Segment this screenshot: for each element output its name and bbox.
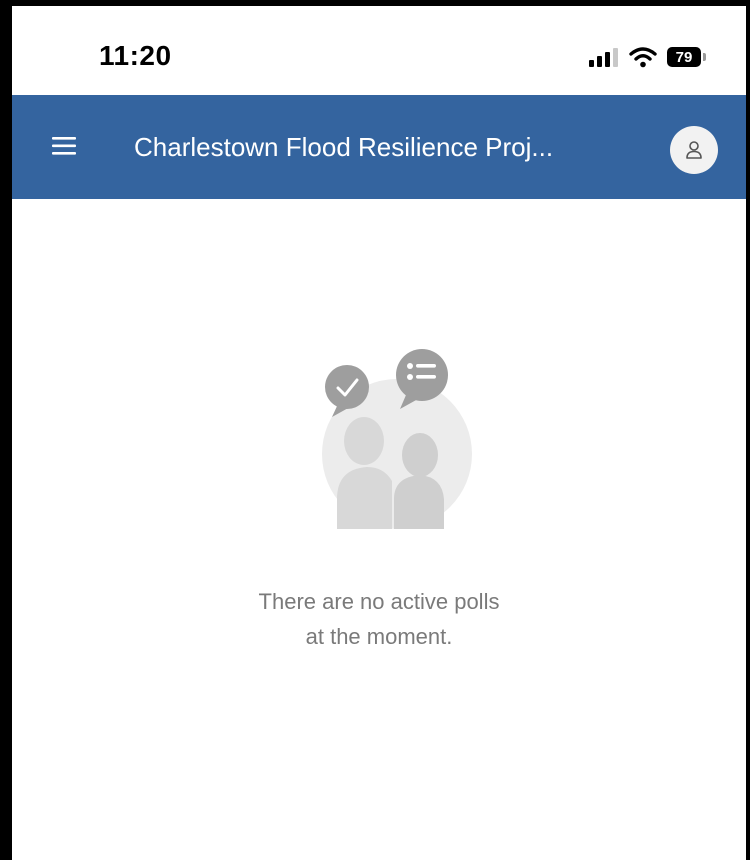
status-bar: 11:20 79 (12, 6, 746, 95)
polls-content: There are no active polls at the moment. (12, 199, 746, 860)
battery-icon: 79 (667, 47, 701, 67)
app-bar: Charlestown Flood Resilience Proj... (12, 95, 746, 199)
phone-screen: 11:20 79 Charlestown Flood Resilience Pr… (0, 0, 750, 860)
wifi-icon (629, 47, 657, 68)
status-time: 11:20 (99, 40, 172, 71)
empty-state-message: There are no active polls at the moment. (179, 584, 579, 654)
battery-indicator: 79 (667, 47, 706, 67)
status-icons: 79 (589, 46, 706, 68)
empty-state-line-1: There are no active polls (258, 589, 500, 614)
people-discussion-icon (302, 349, 472, 529)
cellular-signal-icon (589, 48, 618, 67)
battery-nub (703, 53, 706, 61)
hamburger-menu-icon[interactable] (52, 135, 76, 157)
user-avatar-icon[interactable] (670, 126, 718, 174)
app-title: Charlestown Flood Resilience Proj... (134, 132, 554, 162)
battery-level: 79 (675, 48, 693, 66)
empty-state-line-2: at the moment. (305, 624, 453, 649)
